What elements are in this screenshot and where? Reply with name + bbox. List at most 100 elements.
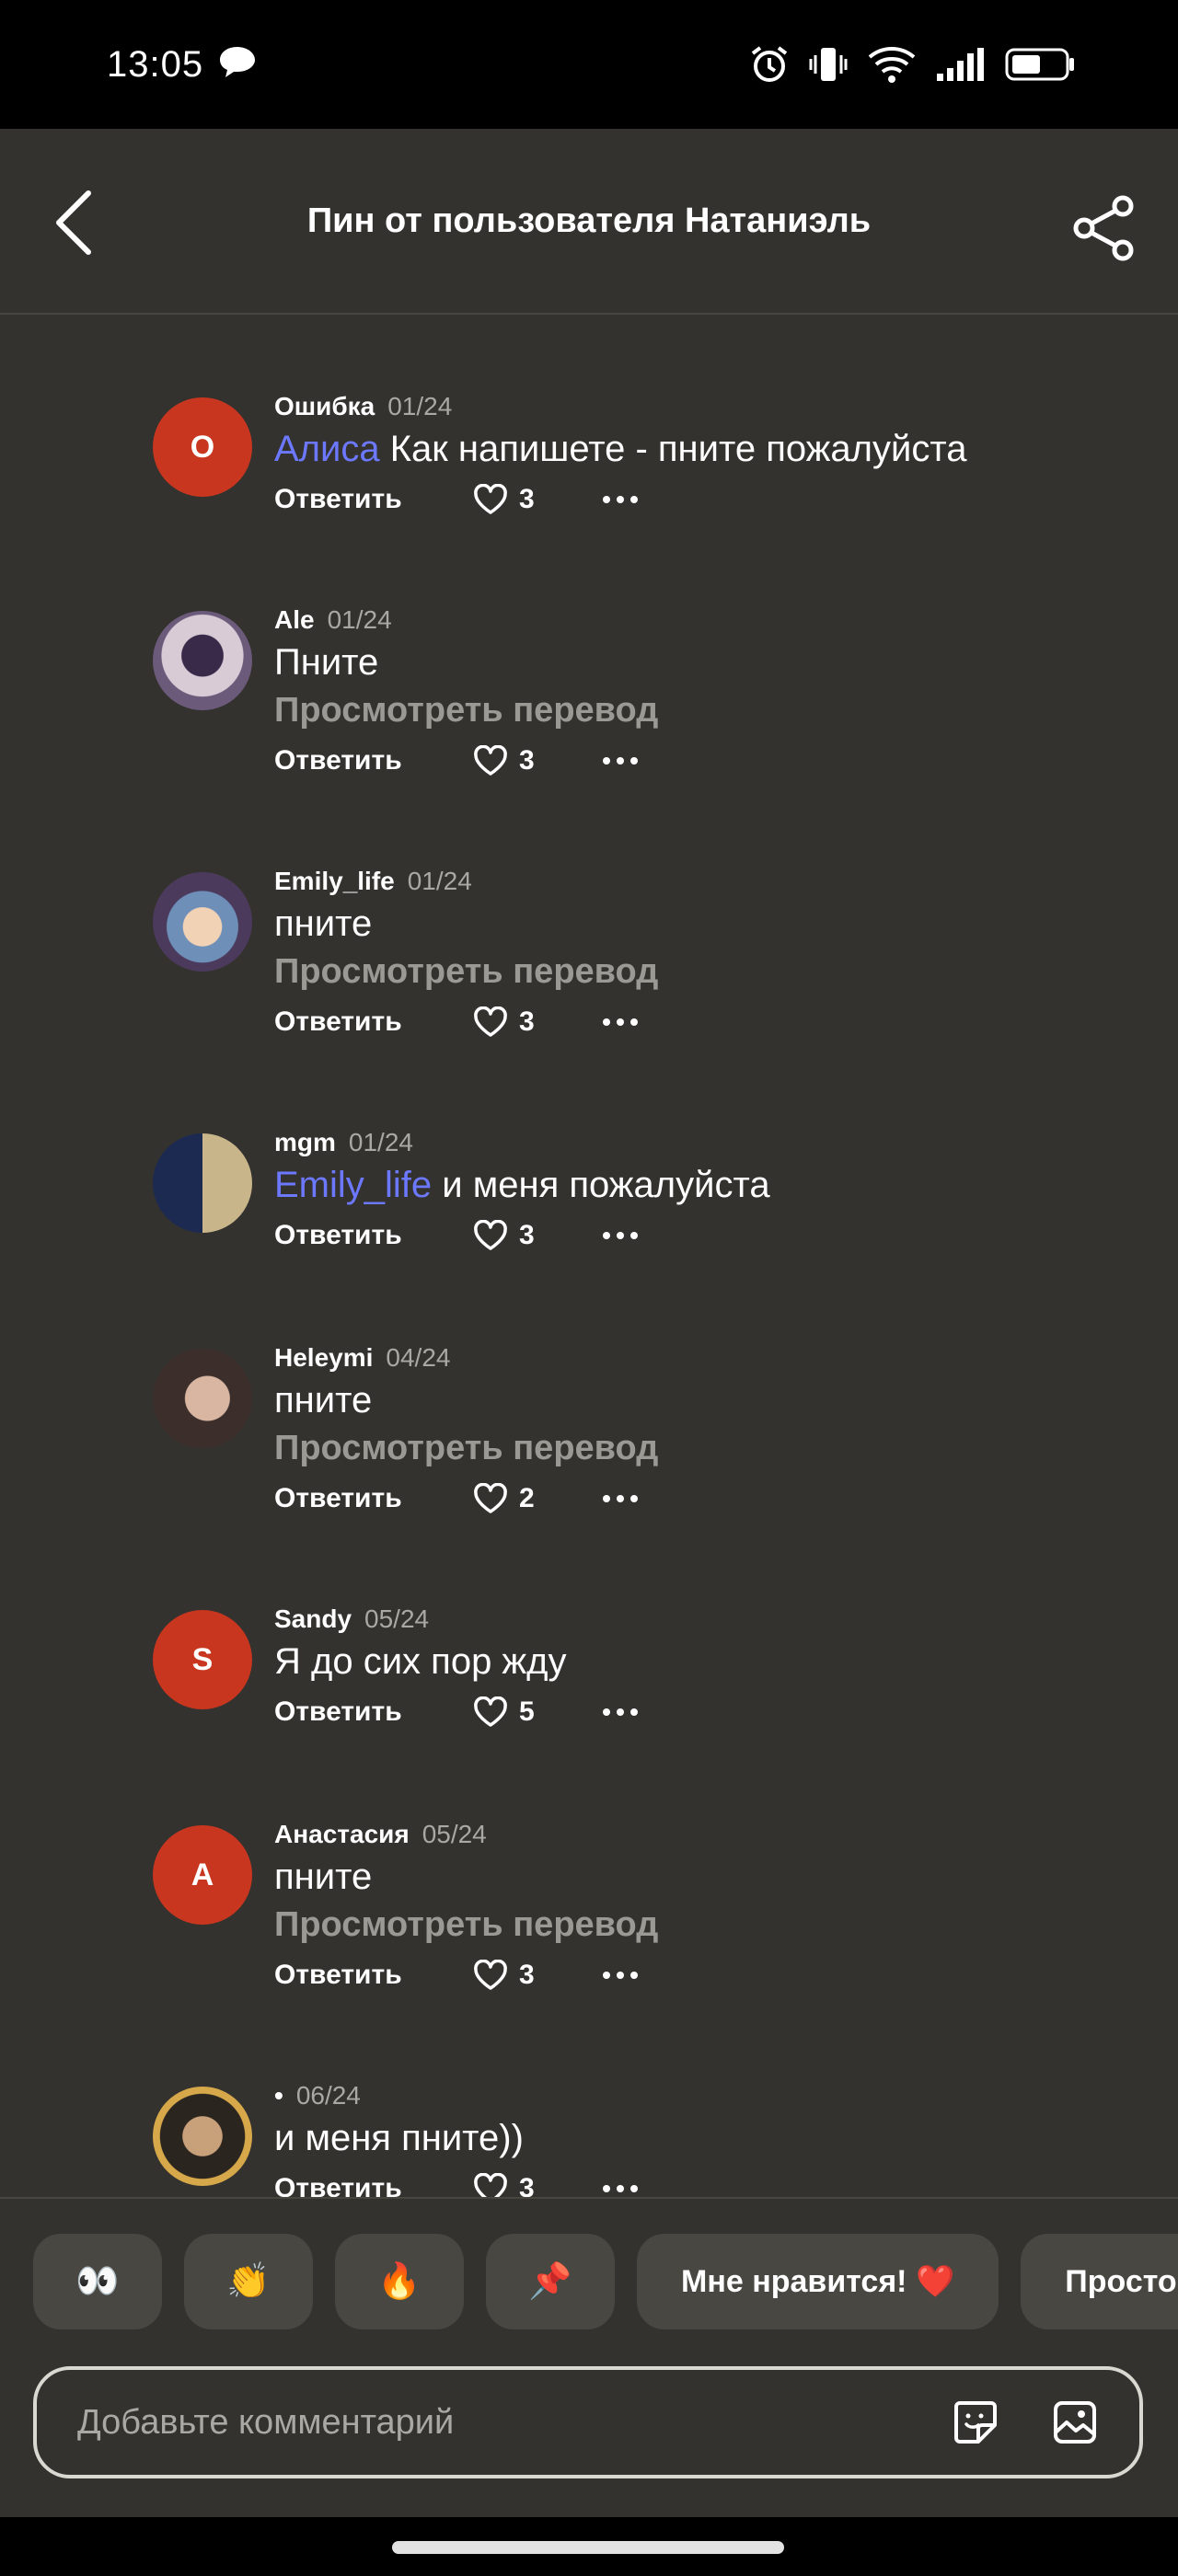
comment-date: 05/24 [422, 1820, 487, 1848]
share-button[interactable] [1071, 195, 1138, 261]
reply-button[interactable]: Ответить [274, 2173, 473, 2197]
comment-text: и меня пните)) [274, 2118, 524, 2158]
reply-button[interactable]: Ответить [274, 745, 473, 776]
share-icon [1073, 195, 1134, 261]
more-dots-icon [603, 2185, 638, 2192]
image-icon [1054, 2401, 1096, 2444]
battery-icon [1005, 46, 1077, 83]
view-translation-link[interactable]: Просмотреть перевод [274, 1901, 1158, 1949]
quick-reactions-bar: 👀 👏 🔥 📌 Мне нравится! ❤️ Просто [0, 2197, 1178, 2335]
heart-icon [474, 1960, 507, 1990]
like-count: 3 [519, 745, 535, 776]
comment-text: пните [274, 1380, 373, 1420]
like-button[interactable]: 2 [473, 1483, 602, 1514]
reply-button[interactable]: Ответить [274, 1220, 473, 1251]
avatar[interactable] [153, 2087, 252, 2186]
comment-username[interactable]: • [274, 2079, 283, 2112]
comment-date: 06/24 [295, 2081, 361, 2110]
message-notification-icon [216, 44, 259, 86]
avatar[interactable] [153, 872, 252, 972]
avatar[interactable] [153, 1133, 252, 1233]
system-nav-bar [0, 2517, 1178, 2576]
like-button[interactable]: 3 [473, 745, 602, 776]
reply-button[interactable]: Ответить [274, 1483, 473, 1514]
avatar[interactable]: О [153, 397, 252, 497]
more-options-button[interactable] [602, 756, 639, 765]
comment-username[interactable]: Анастасия [274, 1818, 410, 1851]
comment-text: пните [274, 903, 373, 944]
like-count: 3 [519, 484, 535, 514]
like-count: 3 [519, 1220, 535, 1250]
more-options-button[interactable] [602, 1018, 639, 1027]
comment-date: 01/24 [327, 605, 392, 634]
sticker-button[interactable] [948, 2395, 1003, 2450]
more-options-button[interactable] [602, 495, 639, 504]
avatar[interactable]: А [153, 1825, 252, 1925]
mention-link[interactable]: Алиса [274, 429, 380, 469]
reaction-more-chip[interactable]: Просто [1021, 2234, 1178, 2329]
pin-comments-screen: 13:05 Пин от пользователя Натаниэль О Ош… [0, 0, 1178, 2576]
view-translation-link[interactable]: Просмотреть перевод [274, 948, 1158, 995]
like-button[interactable]: 3 [473, 1220, 602, 1251]
reaction-love-chip[interactable]: Мне нравится! ❤️ [637, 2234, 999, 2329]
reaction-pin-chip[interactable]: 📌 [486, 2234, 615, 2329]
more-options-button[interactable] [602, 1494, 639, 1503]
like-button[interactable]: 3 [473, 2173, 602, 2197]
like-count: 3 [519, 1960, 535, 1990]
reply-button[interactable]: Ответить [274, 1960, 473, 1991]
comment-text: Я до сих пор жду [274, 1641, 567, 1682]
mention-link[interactable]: Emily_life [274, 1165, 432, 1205]
comment-text: пните [274, 1857, 373, 1897]
comment-date: 01/24 [407, 867, 472, 895]
comment-list[interactable]: О Ошибка 01/24 Алиса Как напишете - пнит… [0, 315, 1178, 2197]
like-button[interactable]: 3 [473, 484, 602, 515]
like-count: 2 [519, 1483, 535, 1513]
comment-input[interactable] [77, 2402, 904, 2443]
like-button[interactable]: 5 [473, 1696, 602, 1728]
home-indicator[interactable] [392, 2541, 784, 2554]
reply-button[interactable]: Ответить [274, 484, 473, 515]
avatar[interactable]: S [153, 1610, 252, 1709]
more-dots-icon [603, 1018, 638, 1026]
like-count: 5 [519, 1696, 535, 1727]
avatar[interactable] [153, 1349, 252, 1448]
comment-text: Алиса Как напишете - пните пожалуйста [274, 429, 967, 469]
comment-username[interactable]: Ошибка [274, 390, 375, 423]
view-translation-link[interactable]: Просмотреть перевод [274, 1424, 1158, 1472]
view-translation-link[interactable]: Просмотреть перевод [274, 686, 1158, 734]
more-options-button[interactable] [602, 2184, 639, 2193]
more-dots-icon [603, 1232, 638, 1239]
reaction-fire-chip[interactable]: 🔥 [335, 2234, 464, 2329]
comment-date: 01/24 [348, 1128, 413, 1156]
more-dots-icon [603, 1972, 638, 1979]
more-options-button[interactable] [602, 1231, 639, 1240]
sticker-icon [954, 2401, 997, 2444]
comment-username[interactable]: Ale [274, 604, 315, 637]
reaction-clap-chip[interactable]: 👏 [184, 2234, 313, 2329]
more-options-button[interactable] [602, 1708, 639, 1717]
more-options-button[interactable] [602, 1971, 639, 1980]
status-bar: 13:05 [0, 0, 1178, 129]
more-dots-icon [603, 757, 638, 765]
avatar[interactable] [153, 611, 252, 710]
more-dots-icon [603, 496, 638, 503]
more-dots-icon [603, 1495, 638, 1502]
top-bar: Пин от пользователя Натаниэль [0, 129, 1178, 315]
like-count: 3 [519, 1006, 535, 1037]
image-button[interactable] [1047, 2395, 1103, 2450]
comment-text: Пните [274, 642, 379, 683]
like-button[interactable]: 3 [473, 1960, 602, 1991]
comment-username[interactable]: Sandy [274, 1603, 352, 1636]
comment-username[interactable]: mgm [274, 1126, 336, 1159]
reply-button[interactable]: Ответить [274, 1006, 473, 1038]
heart-icon [474, 1483, 507, 1513]
reaction-eyes-chip[interactable]: 👀 [33, 2234, 162, 2329]
heart-icon [474, 1006, 507, 1037]
like-button[interactable]: 3 [473, 1006, 602, 1038]
heart-icon [474, 2173, 507, 2197]
comment-username[interactable]: Heleymi [274, 1341, 373, 1374]
comment-username[interactable]: Emily_life [274, 865, 395, 898]
heart-icon [474, 1696, 507, 1727]
comment-date: 01/24 [387, 392, 453, 420]
reply-button[interactable]: Ответить [274, 1696, 473, 1728]
